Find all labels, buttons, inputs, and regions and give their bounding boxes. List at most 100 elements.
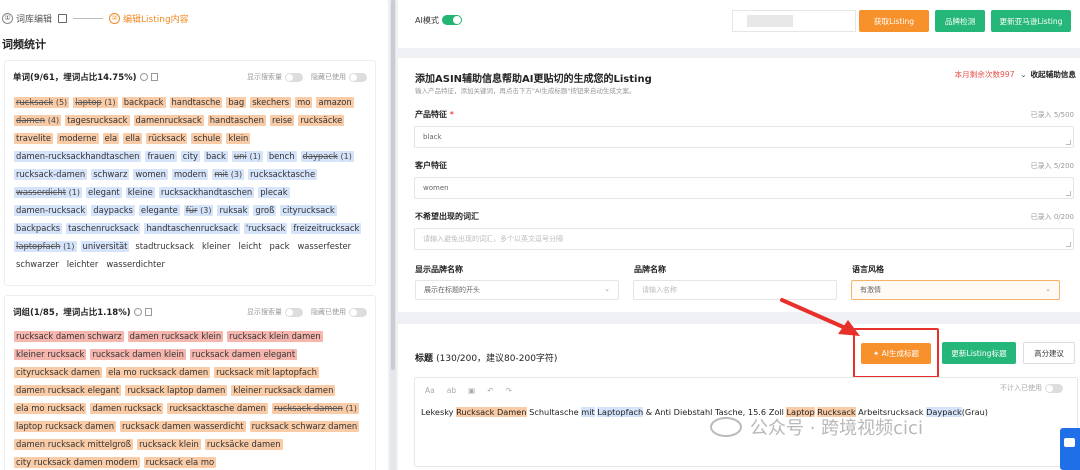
keyword-tag[interactable]: ruksak <box>217 205 250 216</box>
keyword-tag[interactable]: city <box>180 151 200 162</box>
keyword-tag[interactable]: amazon <box>316 97 354 108</box>
keyword-tag[interactable]: freizeitrucksack <box>291 223 362 234</box>
keyword-tag[interactable]: stadtrucksack <box>133 241 196 252</box>
keyword-tag[interactable]: daypacks <box>91 205 135 216</box>
keyword-tag[interactable]: reise <box>269 115 295 126</box>
keyword-tag[interactable]: schule <box>191 133 223 144</box>
keyword-tag[interactable]: frauen <box>145 151 177 162</box>
keyword-tag[interactable]: bag <box>226 97 247 108</box>
keyword-tag[interactable]: leicht <box>237 241 264 252</box>
keyword-tag[interactable]: laptop rucksack damen <box>14 421 117 432</box>
keyword-tag[interactable]: ela mo rucksack <box>14 403 87 414</box>
keyword-tag[interactable]: damen rucksack <box>90 403 164 414</box>
keyword-tag[interactable]: kleiner rucksack <box>14 349 87 360</box>
keyword-tag[interactable]: rucksack damen elegant <box>189 349 298 360</box>
lowercase-button[interactable]: ab <box>447 386 456 395</box>
keyword-tag[interactable]: backpacks <box>14 223 63 234</box>
ai-generate-title-button[interactable]: ✦ AI生成标题 <box>861 343 931 364</box>
keyword-tag[interactable]: bench <box>266 151 297 162</box>
keyword-tag[interactable]: wasserdicht (1) <box>14 187 83 198</box>
keyword-tag[interactable]: taschenrucksack <box>66 223 141 234</box>
keyword-tag[interactable]: daypack (1) <box>300 151 354 162</box>
keyword-tag[interactable]: tagesrucksack <box>65 115 130 126</box>
keyword-tag[interactable]: cityrucksack damen <box>14 367 103 378</box>
keyword-tag[interactable]: universität <box>80 241 130 252</box>
keyword-tag[interactable]: damen-rucksack <box>14 205 88 216</box>
keyword-tag[interactable]: rucksack mit laptopfach <box>214 367 319 378</box>
step1-label[interactable]: 词库编辑 <box>16 12 52 25</box>
keyword-tag[interactable]: für (3) <box>183 205 214 216</box>
keyword-tag[interactable]: moderne <box>57 133 99 144</box>
keyword-tag[interactable]: rucksäcke <box>298 115 345 126</box>
keyword-tag[interactable]: damen rucksack mittelgroß <box>14 439 134 450</box>
keyword-tag[interactable]: rucksack klein <box>137 439 201 450</box>
keyword-tag[interactable]: pack <box>268 241 292 252</box>
keyword-tag[interactable]: rucksack laptop damen <box>125 385 228 396</box>
keyword-tag[interactable]: rucksack (5) <box>14 97 70 108</box>
hide-used-toggle[interactable] <box>349 307 367 317</box>
left-panel-scrollbar[interactable] <box>390 0 396 470</box>
keyword-tag[interactable]: back <box>203 151 228 162</box>
resize-handle[interactable] <box>1066 140 1071 145</box>
keyword-tag[interactable]: kleiner rucksack damen <box>231 385 336 396</box>
update-amazon-listing-button[interactable]: 更新亚马逊Listing <box>991 10 1071 32</box>
keyword-tag[interactable]: mit (3) <box>212 169 245 180</box>
keyword-tag[interactable]: city rucksack damen modern <box>14 457 140 468</box>
ai-mode-toggle[interactable] <box>442 15 462 25</box>
keyword-tag[interactable]: handtasche <box>169 97 223 108</box>
keyword-tag[interactable]: damen rucksack elegant <box>14 385 122 396</box>
show-search-volume-toggle[interactable] <box>285 72 303 82</box>
product-features-input[interactable]: black <box>414 126 1074 148</box>
keyword-tag[interactable]: klein <box>226 133 251 144</box>
keyword-tag[interactable]: groß <box>253 205 277 216</box>
keyword-tag[interactable]: rucksack-damen <box>14 169 88 180</box>
undo-icon[interactable]: ↶ <box>487 386 493 395</box>
keyword-tag[interactable]: laptop (1) <box>73 97 118 108</box>
keyword-tag[interactable]: plecak <box>258 187 290 198</box>
keyword-tag[interactable]: wasserfester <box>295 241 353 252</box>
keyword-tag[interactable]: elegante <box>138 205 180 216</box>
keyword-tag[interactable]: wasserdichter <box>104 259 167 270</box>
keyword-tag[interactable]: rucksack damen schwarz <box>14 331 124 342</box>
keyword-tag[interactable]: 'rucksack <box>243 223 288 234</box>
keyword-tag[interactable]: leichter <box>65 259 101 270</box>
keyword-tag[interactable]: rucksack klein damen <box>227 331 323 342</box>
keyword-tag[interactable]: damenrucksack <box>133 115 204 126</box>
copy-icon[interactable] <box>144 308 152 316</box>
keyword-tag[interactable]: rucksack damen wasserdicht <box>120 421 246 432</box>
resize-handle[interactable] <box>1066 191 1071 196</box>
redo-icon[interactable]: ↷ <box>505 386 511 395</box>
case-button[interactable]: Aa <box>425 386 435 395</box>
keyword-tag[interactable]: handtaschenrucksack <box>144 223 240 234</box>
brand-name-input[interactable]: 请输入名称 <box>633 280 837 300</box>
keyword-tag[interactable]: women <box>133 169 168 180</box>
keyword-tag[interactable]: schwarzer <box>14 259 61 270</box>
keyword-tag[interactable]: uni (1) <box>231 151 263 162</box>
keyword-tag[interactable]: rucksack schwarz damen <box>249 421 360 432</box>
keyword-tag[interactable]: rucksacktasche <box>248 169 318 180</box>
keyword-tag[interactable]: rucksackhandtaschen <box>158 187 255 198</box>
hide-used-toggle[interactable] <box>349 72 367 82</box>
keyword-tag[interactable]: skechers <box>250 97 292 108</box>
chevron-down-icon[interactable]: ⌄ <box>1021 71 1027 79</box>
keyword-tag[interactable]: ella <box>123 133 143 144</box>
scrollbar-thumb[interactable] <box>391 0 395 370</box>
keyword-tag[interactable]: kleiner <box>200 241 233 252</box>
keyword-tag[interactable]: cityrucksack <box>280 205 337 216</box>
info-icon[interactable] <box>139 73 148 81</box>
update-listing-title-button[interactable]: 更新Listing标题 <box>942 342 1016 364</box>
brand-check-button[interactable]: 品牌检测 <box>935 10 985 32</box>
copy-icon[interactable]: ▣ <box>468 386 475 395</box>
info-icon[interactable] <box>133 308 142 316</box>
exclude-used-toggle[interactable] <box>1045 383 1063 393</box>
language-style-select[interactable]: 有激情 ⌄ <box>851 280 1060 300</box>
keyword-tag[interactable]: damen (4) <box>14 115 62 126</box>
keyword-tag[interactable]: mo <box>295 97 313 108</box>
keyword-tag[interactable]: ela <box>102 133 120 144</box>
keyword-tag[interactable]: handtaschen <box>207 115 266 126</box>
keyword-tag[interactable]: rucksäcke damen <box>204 439 283 450</box>
keyword-tag[interactable]: laptopfach (1) <box>14 241 77 252</box>
keyword-tag[interactable]: travelite <box>14 133 54 144</box>
customer-features-input[interactable]: women <box>414 177 1074 199</box>
keyword-tag[interactable]: damen-rucksackhandtaschen <box>14 151 142 162</box>
